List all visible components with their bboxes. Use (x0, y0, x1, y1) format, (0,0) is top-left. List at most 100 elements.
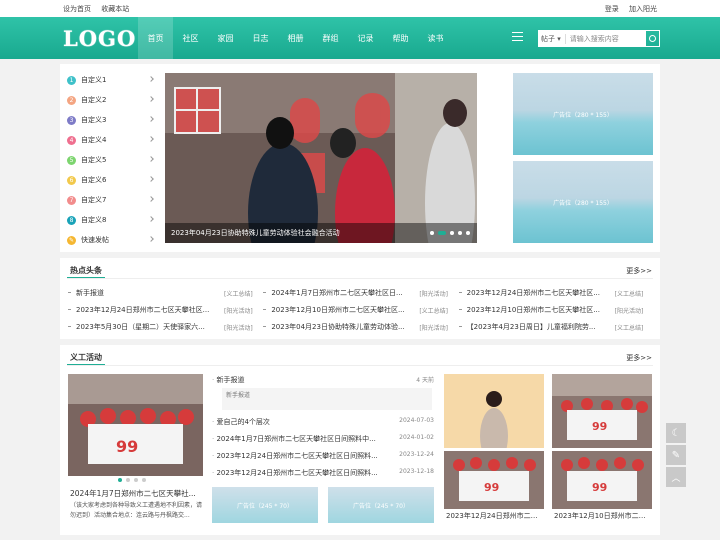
back-to-top-button[interactable]: ︿ (666, 467, 686, 487)
nav-reading[interactable]: 读书 (418, 17, 453, 59)
menu-icon[interactable] (512, 32, 523, 42)
nav-home[interactable]: 首页 (138, 17, 173, 59)
thumb-card[interactable]: 99 2024年1月7日郑州市二七区... (552, 374, 652, 462)
chevron-right-icon (148, 136, 154, 142)
number-badge: 7 (67, 195, 76, 205)
volunteer-title: 义工活动 (70, 353, 102, 362)
number-badge: 1 (67, 75, 76, 85)
slider-dot[interactable] (458, 231, 462, 235)
sidebar-item-3[interactable]: 3 自定义3 (67, 110, 155, 130)
hot-section: 热点头条 更多>> 新手报道 [义工总结] 2024年1月7日郑州市二七区天攀社区… (60, 258, 660, 339)
thumb-caption: 2023年12月10日郑州市二七... (552, 509, 652, 523)
thumb-card[interactable]: 爱自己的4个层次 (444, 374, 544, 462)
list-item-summary: 新手报道 (222, 388, 432, 410)
sidebar-item-label: 自定义8 (81, 216, 107, 224)
sidebar-item-label: 自定义3 (81, 116, 107, 124)
ad-label: 广告位（245 * 70） (353, 502, 409, 510)
ad-label: 广告位（280 * 155） (553, 199, 613, 207)
nav-record[interactable]: 记录 (348, 17, 383, 59)
svg-text:99: 99 (592, 420, 607, 433)
list-item[interactable]: · 爱自己的4个层次 2024-07-03 (212, 417, 434, 427)
theme-toggle-button[interactable]: ☾ (666, 423, 686, 443)
hot-item[interactable]: 新手报道 [义工总结] (67, 288, 262, 298)
list-item[interactable]: · 2024年1月7日郑州市二七区天攀社区日间照料中... 2024-01-02 (212, 434, 434, 444)
nav-community[interactable]: 社区 (173, 17, 208, 59)
number-badge: 5 (67, 155, 76, 165)
nav-homeland[interactable]: 家园 (208, 17, 243, 59)
feature-card[interactable]: 99 2024年1月7日郑州市二七区天攀社... （该大家考虑到各种导致义工遭遇… (68, 374, 203, 524)
bookmark-link[interactable]: 收藏本站 (101, 5, 129, 13)
search-type-select[interactable]: 帖子 ▾ (541, 33, 566, 44)
ad-slot-small-right[interactable]: 广告位（245 * 70） (328, 487, 434, 523)
slider-dot[interactable] (438, 231, 446, 235)
hot-more-link[interactable]: 更多>> (626, 266, 652, 276)
slider-dot[interactable] (450, 231, 454, 235)
site-logo[interactable]: LOGO (63, 26, 138, 51)
sidebar-item-1[interactable]: 1 自定义1 (67, 70, 155, 90)
search-box: 帖子 ▾ 请输入搜索内容 (538, 30, 645, 47)
sidebar-item-2[interactable]: 2 自定义2 (67, 90, 155, 110)
slider-dot[interactable] (466, 231, 470, 235)
moon-icon: ☾ (671, 427, 681, 439)
search-input[interactable]: 请输入搜索内容 (570, 34, 619, 44)
volunteer-more-link[interactable]: 更多>> (626, 353, 652, 363)
login-link[interactable]: 登录 (605, 5, 619, 13)
quick-post-item[interactable]: ✎ 快速发帖 (67, 230, 155, 250)
hot-item[interactable]: 【2023年4月23日周日】儿童福利院劳... [义工总结] (458, 322, 653, 332)
sidebar-item-8[interactable]: 8 自定义8 (67, 210, 155, 230)
number-badge: 4 (67, 135, 76, 145)
slider-dot[interactable] (430, 231, 434, 235)
list-item[interactable]: · 2023年12月24日郑州市二七区天攀社区日间照料... 2023-12-24 (212, 451, 434, 461)
nav-group[interactable]: 群组 (313, 17, 348, 59)
sidebar-item-label: 自定义1 (81, 76, 107, 84)
chevron-right-icon (148, 236, 154, 242)
hot-item[interactable]: 2023年04月23日协助特殊儿童劳动体验... [阳光活动] (262, 322, 457, 332)
hot-item[interactable]: 2023年5月30日（星期二）天使驿家六... [阳光活动] (67, 322, 262, 332)
image-slider[interactable]: 2023年04月23日协助特殊儿童劳动体验社会融合活动 (165, 73, 477, 243)
list-item[interactable]: · 新手报道 4 天前 (212, 375, 434, 385)
sidebar-item-4[interactable]: 4 自定义4 (67, 130, 155, 150)
site-header: LOGO 首页 社区 家园 日志 相册 群组 记录 帮助 读书 帖子 ▾ 请输入… (0, 17, 720, 59)
list-item[interactable]: · 2023年12月24日郑州市二七区天攀社区日间照料... 2023-12-18 (212, 468, 434, 478)
hot-item[interactable]: 2024年1月7日郑州市二七区天攀社区日... [阳光活动] (262, 288, 457, 298)
ad-slot-bottom[interactable]: 广告位（280 * 155） (513, 161, 653, 243)
hot-item[interactable]: 2023年12月10日郑州市二七区天攀社区... [阳光活动] (458, 305, 653, 315)
hot-item[interactable]: 2023年12月24日郑州市二七区天攀社区... [阳光活动] (67, 305, 262, 315)
sidebar-item-5[interactable]: 5 自定义5 (67, 150, 155, 170)
thumb-card[interactable]: 99 2023年12月24日郑州市二七... (444, 451, 544, 523)
number-badge: 3 (67, 115, 76, 125)
sidebar-item-label: 自定义5 (81, 156, 107, 164)
nav-blog[interactable]: 日志 (243, 17, 278, 59)
ad-slot-small-left[interactable]: 广告位（245 * 70） (212, 487, 318, 523)
sidebar-item-label: 自定义4 (81, 136, 107, 144)
edit-icon: ✎ (671, 449, 681, 461)
thumb-photo: 99 (552, 374, 652, 448)
sidebar-item-7[interactable]: 7 自定义7 (67, 190, 155, 210)
feature-title: 2024年1月7日郑州市二七区天攀社... (70, 489, 196, 498)
search-button[interactable] (645, 30, 660, 47)
sidebar-item-6[interactable]: 6 自定义6 (67, 170, 155, 190)
chevron-right-icon (148, 156, 154, 162)
svg-text:99: 99 (592, 481, 607, 494)
join-link[interactable]: 加入阳光 (629, 5, 657, 13)
chevron-right-icon (148, 116, 154, 122)
ad-label: 广告位（280 * 155） (553, 111, 613, 119)
feature-photo: 99 (68, 374, 203, 476)
nav-album[interactable]: 相册 (278, 17, 313, 59)
thumb-card[interactable]: 99 2023年12月10日郑州市二七... (552, 451, 652, 523)
sidebar-menu: 1 自定义1 2 自定义2 3 自定义3 4 自定义4 5 自定义5 6 自定义6 7 自定义… (67, 70, 155, 250)
ad-slot-top[interactable]: 广告位（280 * 155） (513, 73, 653, 155)
top-panel: 1 自定义1 2 自定义2 3 自定义3 4 自定义4 5 自定义5 6 自定义6 7 自定义… (60, 64, 660, 252)
set-home-link[interactable]: 设为首页 (63, 5, 91, 13)
divider (67, 365, 653, 366)
nav-help[interactable]: 帮助 (383, 17, 418, 59)
feature-dots (118, 478, 146, 482)
chevron-right-icon (148, 96, 154, 102)
hot-row: 新手报道 [义工总结] 2024年1月7日郑州市二七区天攀社区日... [阳光活动]… (67, 288, 653, 298)
thumb-photo: 99 (444, 451, 544, 509)
hot-item[interactable]: 2023年12月10日郑州市二七区天攀社区... [义工总结] (262, 305, 457, 315)
volunteer-section: 义工活动 更多>> 99 2024年1月7日郑州市二七区天攀社... （该大家考… (60, 345, 660, 535)
hot-item[interactable]: 2023年12月24日郑州市二七区天攀社区... [义工总结] (458, 288, 653, 298)
divider (67, 278, 653, 279)
edit-button[interactable]: ✎ (666, 445, 686, 465)
